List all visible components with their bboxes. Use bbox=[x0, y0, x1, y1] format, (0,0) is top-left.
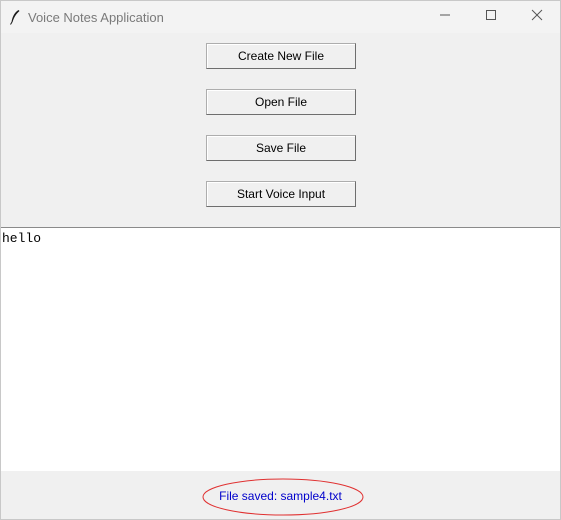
window-controls bbox=[422, 1, 560, 33]
start-voice-input-button[interactable]: Start Voice Input bbox=[206, 181, 356, 207]
feather-icon bbox=[1, 1, 29, 33]
close-icon bbox=[531, 8, 543, 26]
title-bar[interactable]: Voice Notes Application bbox=[1, 1, 560, 33]
maximize-icon bbox=[485, 8, 497, 26]
window-title: Voice Notes Application bbox=[28, 9, 164, 25]
maximize-button[interactable] bbox=[468, 1, 514, 33]
minimize-button[interactable] bbox=[422, 1, 468, 33]
open-file-button[interactable]: Open File bbox=[206, 89, 356, 115]
status-message: File saved: sample4.txt bbox=[219, 489, 342, 503]
note-text-area[interactable]: hello bbox=[1, 227, 560, 471]
app-window: Voice Notes Application Create New File … bbox=[0, 0, 561, 520]
status-bar: File saved: sample4.txt bbox=[1, 471, 560, 519]
taskbar-peek bbox=[1, 515, 560, 520]
minimize-icon bbox=[439, 8, 451, 26]
action-buttons: Create New File Open File Save File Star… bbox=[206, 43, 356, 227]
create-new-file-button[interactable]: Create New File bbox=[206, 43, 356, 69]
close-button[interactable] bbox=[514, 1, 560, 33]
save-file-button[interactable]: Save File bbox=[206, 135, 356, 161]
